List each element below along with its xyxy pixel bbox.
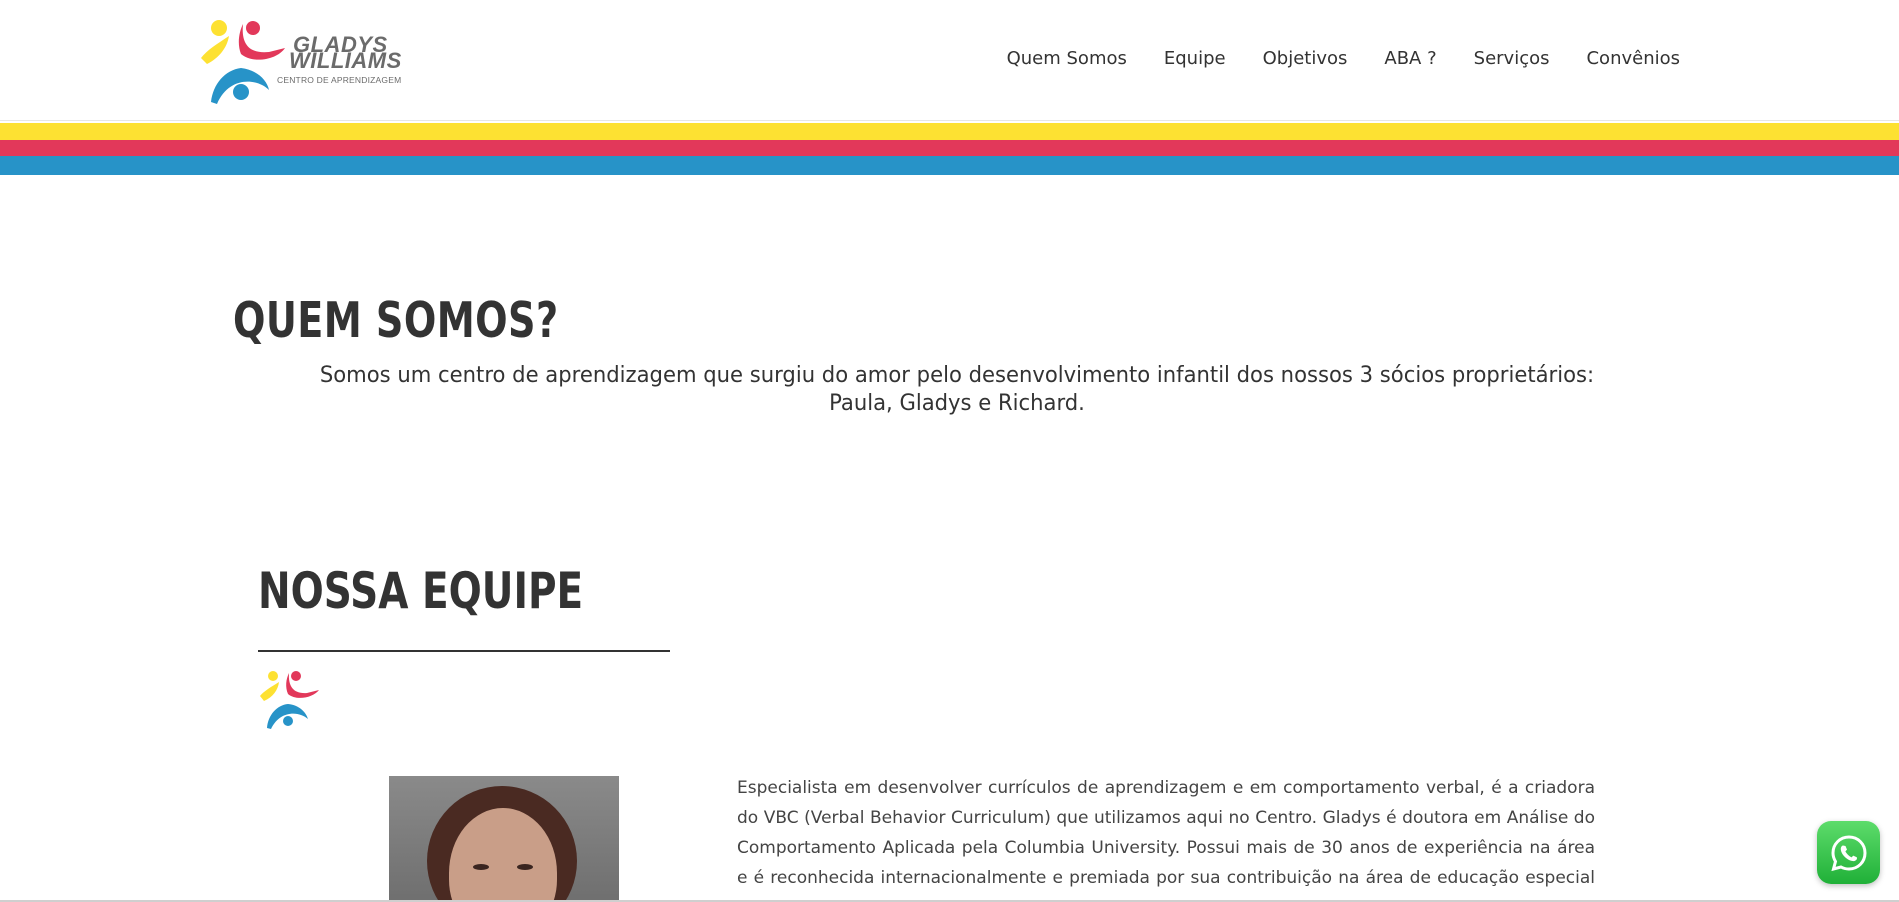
quem-somos-text: Somos um centro de aprendizagem que surg…	[319, 363, 1595, 416]
stripe-blue	[0, 156, 1899, 175]
nav-item-aba[interactable]: ABA ?	[1384, 48, 1436, 69]
nav-item-equipe[interactable]: Equipe	[1164, 48, 1226, 69]
nossa-equipe-heading: NOSSA EQUIPE	[258, 562, 584, 620]
stripe-yellow	[0, 123, 1899, 140]
logo-text-line2: WILLIAMS	[289, 48, 402, 73]
team-member-photo	[389, 776, 619, 902]
whatsapp-icon	[1830, 834, 1867, 871]
whatsapp-button[interactable]	[1817, 821, 1880, 884]
quem-somos-heading: QUEM SOMOS?	[233, 292, 559, 349]
nav-item-convenios[interactable]: Convênios	[1586, 48, 1680, 69]
site-header: GLADYS WILLIAMS CENTRO DE APRENDIZAGEM Q…	[0, 0, 1899, 121]
main-nav: Quem Somos Equipe Objetivos ABA ? Serviç…	[970, 48, 1680, 69]
heading-divider	[258, 650, 670, 652]
people-logo-icon	[260, 671, 319, 729]
team-member-bio: Especialista em desenvolver currículos d…	[737, 778, 1595, 902]
people-logo-icon	[201, 20, 285, 104]
nav-item-servicos[interactable]: Serviços	[1474, 48, 1550, 69]
nav-item-quem-somos[interactable]: Quem Somos	[1007, 48, 1127, 69]
stripe-pink	[0, 140, 1899, 156]
nav-item-objetivos[interactable]: Objetivos	[1263, 48, 1348, 69]
site-logo[interactable]: GLADYS WILLIAMS CENTRO DE APRENDIZAGEM	[197, 14, 403, 106]
logo-subtitle: CENTRO DE APRENDIZAGEM	[277, 75, 402, 85]
